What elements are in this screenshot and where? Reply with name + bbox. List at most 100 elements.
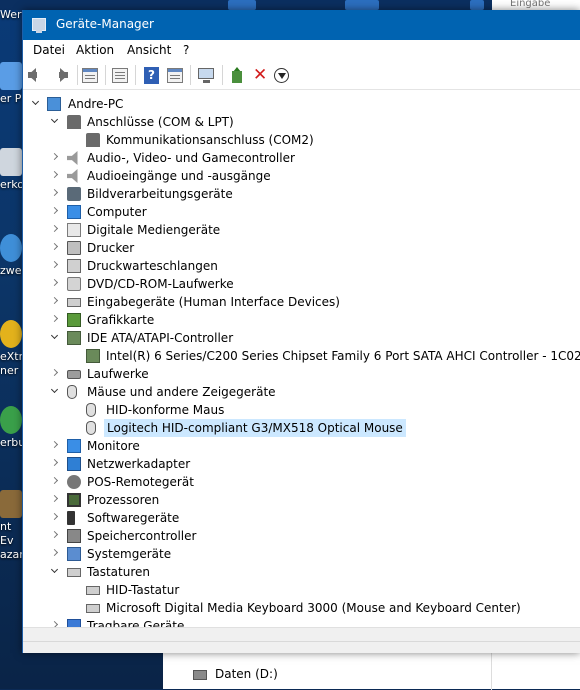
device-category[interactable]: Softwaregeräte bbox=[23, 509, 580, 527]
device-category[interactable]: Anschlüsse (COM & LPT) bbox=[23, 113, 580, 131]
mouse-icon bbox=[86, 403, 96, 417]
device-category[interactable]: Tragbare Geräte bbox=[23, 617, 580, 627]
chevron-right-icon[interactable] bbox=[50, 441, 60, 451]
chevron-right-icon[interactable] bbox=[50, 261, 60, 271]
chevron-right-icon[interactable] bbox=[50, 279, 60, 289]
device-label: Systemgeräte bbox=[87, 547, 172, 561]
device-category[interactable]: Audio-, Video- und Gamecontroller bbox=[23, 149, 580, 167]
window-thumbnail[interactable] bbox=[470, 0, 484, 10]
chevron-down-icon[interactable] bbox=[50, 567, 60, 577]
view-button[interactable] bbox=[166, 67, 184, 84]
update-driver-button[interactable] bbox=[229, 67, 247, 84]
show-hide-console-tree-button[interactable] bbox=[81, 67, 99, 84]
chevron-right-icon[interactable] bbox=[50, 243, 60, 253]
device-category[interactable]: Speichercontroller bbox=[23, 527, 580, 545]
window-title: Geräte-Manager bbox=[56, 17, 154, 31]
chevron-right-icon[interactable] bbox=[50, 315, 60, 325]
chevron-right-icon[interactable] bbox=[50, 549, 60, 559]
device-label: Tastaturen bbox=[87, 565, 150, 579]
desktop-shortcut[interactable]: nt Ev azar bbox=[0, 490, 22, 561]
device-category[interactable]: Drucker bbox=[23, 239, 580, 257]
device-category[interactable]: Eingabegeräte (Human Interface Devices) bbox=[23, 293, 580, 311]
properties-button[interactable] bbox=[111, 67, 129, 84]
chevron-right-icon[interactable] bbox=[50, 477, 60, 487]
media-device-icon bbox=[67, 223, 81, 237]
desktop-shortcut[interactable]: Wer bbox=[0, 4, 22, 60]
chevron-right-icon[interactable] bbox=[50, 495, 60, 505]
chevron-down-icon[interactable] bbox=[31, 99, 41, 109]
device-category[interactable]: POS-Remotegerät bbox=[23, 473, 580, 491]
desktop-shortcut[interactable]: zwer bbox=[0, 234, 22, 290]
drive-item[interactable]: Daten (D:) bbox=[193, 665, 580, 683]
window-thumbnail[interactable] bbox=[345, 0, 379, 10]
device-item[interactable]: HID-konforme Maus bbox=[23, 401, 580, 419]
tree-root[interactable]: Andre-PC bbox=[23, 95, 580, 113]
menu-help[interactable]: ? bbox=[183, 43, 189, 57]
device-item[interactable]: HID-Tastatur bbox=[23, 581, 580, 599]
device-category[interactable]: DVD/CD-ROM-Laufwerke bbox=[23, 275, 580, 293]
device-item[interactable]: Microsoft Digital Media Keyboard 3000 (M… bbox=[23, 599, 580, 617]
menu-action[interactable]: Aktion bbox=[76, 43, 114, 57]
device-category[interactable]: Audioeingänge und -ausgänge bbox=[23, 167, 580, 185]
disable-device-button[interactable] bbox=[273, 67, 291, 84]
device-category[interactable]: Systemgeräte bbox=[23, 545, 580, 563]
uninstall-device-button[interactable]: ✕ bbox=[251, 67, 269, 84]
chevron-down-icon[interactable] bbox=[50, 333, 60, 343]
forward-button[interactable] bbox=[50, 67, 68, 84]
device-item[interactable]: Logitech HID-compliant G3/MX518 Optical … bbox=[23, 419, 580, 437]
device-category[interactable]: Laufwerke bbox=[23, 365, 580, 383]
device-category[interactable]: Monitore bbox=[23, 437, 580, 455]
chevron-right-icon[interactable] bbox=[50, 189, 60, 199]
device-label: Bildverarbeitungsgeräte bbox=[87, 187, 233, 201]
desktop-shortcut[interactable]: eXtr ner bbox=[0, 320, 22, 390]
monitor-icon bbox=[67, 439, 81, 453]
back-button[interactable] bbox=[28, 67, 46, 84]
device-category[interactable]: Tastaturen bbox=[23, 563, 580, 581]
scan-hardware-button[interactable] bbox=[197, 67, 215, 84]
desktop-shortcut[interactable]: erbu bbox=[0, 406, 22, 462]
chevron-right-icon[interactable] bbox=[50, 459, 60, 469]
desktop-shortcut[interactable]: er P bbox=[0, 62, 22, 118]
title-bar[interactable]: Geräte-Manager bbox=[23, 10, 580, 40]
software-device-icon bbox=[67, 511, 75, 525]
speaker-icon bbox=[67, 151, 78, 165]
menu-view[interactable]: Ansicht bbox=[127, 43, 171, 57]
device-category[interactable]: Digitale Mediengeräte bbox=[23, 221, 580, 239]
desktop-shortcut-label: Wer bbox=[0, 8, 22, 21]
chevron-down-icon[interactable] bbox=[50, 117, 60, 127]
chevron-right-icon[interactable] bbox=[50, 225, 60, 235]
device-category[interactable]: Computer bbox=[23, 203, 580, 221]
chevron-right-icon[interactable] bbox=[50, 531, 60, 541]
chevron-right-icon[interactable] bbox=[50, 297, 60, 307]
chevron-down-icon[interactable] bbox=[50, 387, 60, 397]
chevron-right-icon[interactable] bbox=[50, 207, 60, 217]
ide-controller-icon bbox=[67, 331, 81, 345]
device-category[interactable]: Grafikkarte bbox=[23, 311, 580, 329]
device-label: Digitale Mediengeräte bbox=[87, 223, 221, 237]
device-category[interactable]: Netzwerkadapter bbox=[23, 455, 580, 473]
device-category[interactable]: IDE ATA/ATAPI-Controller bbox=[23, 329, 580, 347]
window-thumbnail[interactable] bbox=[228, 0, 256, 10]
search-input[interactable]: Eingabe bbox=[492, 0, 580, 10]
device-category[interactable]: Prozessoren bbox=[23, 491, 580, 509]
device-item[interactable]: Kommunikationsanschluss (COM2) bbox=[23, 131, 580, 149]
device-category[interactable]: Mäuse und andere Zeigegeräte bbox=[23, 383, 580, 401]
menu-file[interactable]: Datei bbox=[33, 43, 65, 57]
device-label: DVD/CD-ROM-Laufwerke bbox=[87, 277, 234, 291]
horizontal-scrollbar[interactable] bbox=[23, 627, 580, 641]
chevron-right-icon[interactable] bbox=[50, 513, 60, 523]
help-button[interactable]: ? bbox=[143, 67, 161, 84]
chevron-right-icon[interactable] bbox=[50, 153, 60, 163]
chevron-right-icon[interactable] bbox=[50, 171, 60, 181]
chevron-right-icon[interactable] bbox=[50, 369, 60, 379]
device-category[interactable]: Bildverarbeitungsgeräte bbox=[23, 185, 580, 203]
device-item[interactable]: Intel(R) 6 Series/C200 Series Chipset Fa… bbox=[23, 347, 580, 365]
device-label: Laufwerke bbox=[87, 367, 149, 381]
view-icon bbox=[167, 68, 183, 83]
status-bar bbox=[23, 641, 580, 653]
device-label: Monitore bbox=[87, 439, 140, 453]
desktop-shortcut[interactable]: erko bbox=[0, 148, 22, 204]
device-category[interactable]: Druckwarteschlangen bbox=[23, 257, 580, 275]
help-icon: ? bbox=[144, 67, 159, 84]
mouse-icon bbox=[86, 421, 96, 435]
